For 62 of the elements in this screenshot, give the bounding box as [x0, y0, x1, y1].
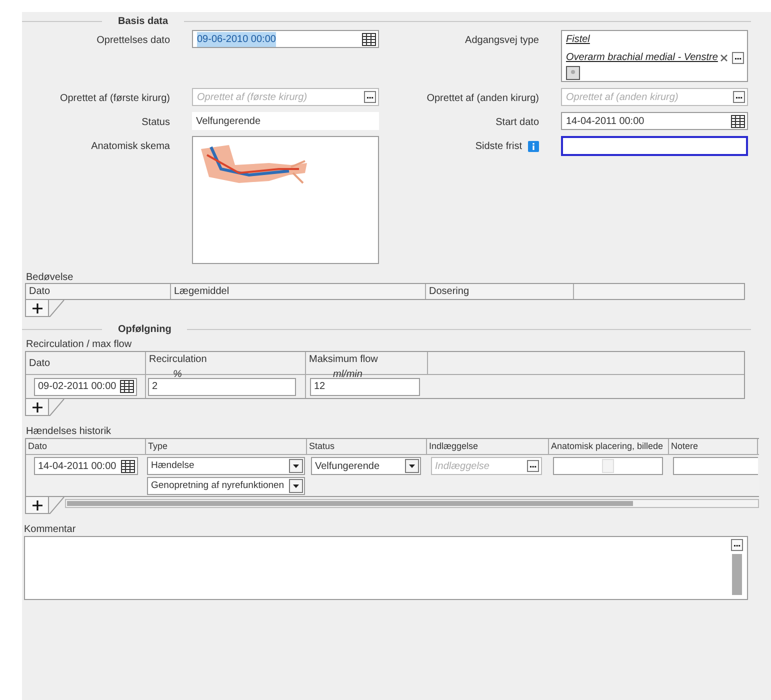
section-title: Opfølgning	[117, 322, 172, 336]
date-field[interactable]: 09-06-2010 00:00	[192, 30, 379, 48]
add-row-button[interactable]	[25, 497, 49, 514]
field-label: Oprettet af (første kirurg)	[60, 92, 170, 106]
horizontal-scrollbar[interactable]	[65, 499, 759, 508]
calendar-icon[interactable]	[362, 32, 376, 46]
column-header: Dosering	[426, 284, 574, 299]
number-field[interactable]: 2	[148, 378, 296, 396]
image-placeholder-icon	[566, 66, 580, 80]
access-type-link[interactable]: Fistel	[566, 34, 747, 52]
column-header: Recirculation	[149, 353, 208, 367]
field-label: Kommentar	[24, 524, 77, 536]
column-header: Dato	[26, 439, 146, 454]
close-icon[interactable]	[720, 54, 728, 62]
image-placeholder-icon	[602, 459, 614, 473]
field-label: Status	[142, 116, 170, 130]
scrollbar-thumb[interactable]	[732, 554, 742, 595]
date-field[interactable]: 14-04-2011 00:00	[34, 457, 138, 475]
notes-field[interactable]	[673, 457, 758, 475]
table-title: Hændelses historik	[26, 426, 112, 438]
calendar-icon[interactable]	[120, 380, 134, 393]
plus-icon	[32, 500, 42, 510]
add-row-button[interactable]	[25, 300, 49, 317]
table-title: Bedøvelse	[26, 272, 74, 283]
field-label: Sidste frist	[475, 140, 522, 154]
section-title: Basis data	[117, 14, 170, 28]
field-label: Oprettet af (anden kirurg)	[426, 92, 539, 106]
more-icon[interactable]	[733, 91, 745, 103]
column-header: Dato	[29, 356, 52, 370]
text-field[interactable]	[561, 136, 748, 156]
more-icon[interactable]	[527, 460, 539, 472]
column-header: Anatomisk placering, billede	[549, 439, 669, 454]
field-label: Start dato	[496, 116, 539, 130]
more-icon[interactable]	[364, 91, 376, 103]
number-field[interactable]: 12	[310, 378, 420, 396]
more-icon[interactable]	[732, 52, 744, 64]
date-field[interactable]: 14-04-2011 00:00	[561, 112, 748, 130]
column-header: Dato	[26, 284, 171, 299]
dropdown-field[interactable]: Hændelse	[147, 457, 305, 475]
column-header: Notere	[669, 439, 758, 454]
image-field[interactable]	[553, 457, 663, 475]
status-field: Velfungerende	[192, 112, 379, 130]
scrollbar-thumb[interactable]	[67, 501, 633, 506]
column-header: Lægemiddel	[171, 284, 426, 299]
dropdown-field[interactable]: Velfungerende	[311, 457, 421, 475]
date-field[interactable]: 09-02-2011 00:00	[34, 378, 137, 396]
field-label: Oprettelses dato	[96, 34, 170, 48]
column-header: Type	[146, 439, 307, 454]
column-header: Indlæggelse	[427, 439, 549, 454]
calendar-icon[interactable]	[121, 460, 135, 472]
dropdown-field[interactable]: Genopretning af nyrefunktionen	[147, 477, 305, 495]
column-header: Maksimum flow	[309, 353, 379, 367]
field-label: Anatomisk skema	[91, 140, 170, 154]
table-title: Recirculation / max flow	[26, 339, 133, 351]
more-icon[interactable]	[731, 539, 743, 551]
calendar-icon[interactable]	[731, 114, 745, 128]
access-type-link[interactable]: Overarm brachial medial - Venstre	[566, 52, 747, 70]
field-label: Adgangsvej type	[465, 34, 539, 48]
plus-icon	[32, 302, 42, 314]
add-row-button[interactable]	[25, 399, 49, 416]
column-header: Status	[307, 439, 427, 454]
plus-icon	[32, 402, 42, 412]
